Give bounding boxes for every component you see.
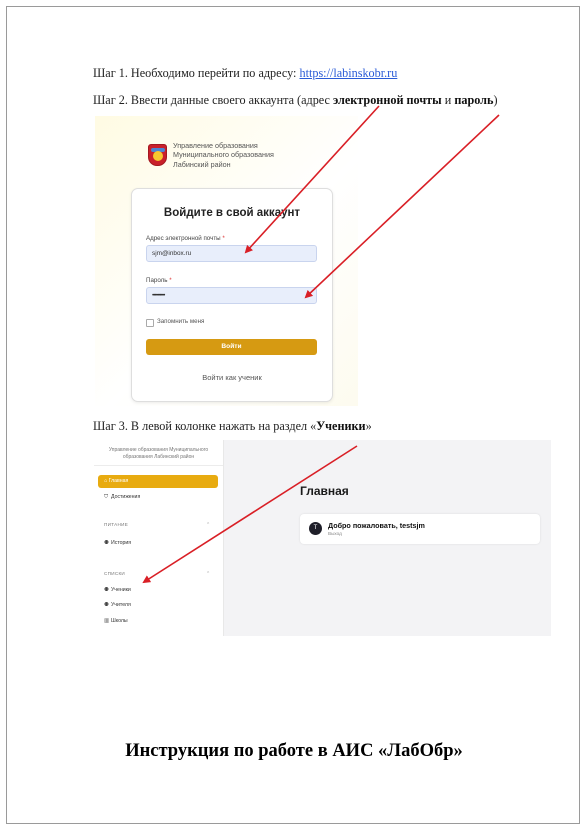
users-icon: ⚉: [104, 602, 109, 608]
login-screenshot: Управление образования Муниципального об…: [95, 116, 358, 406]
step-2-suffix: ): [493, 93, 498, 107]
sidebar-section-lists: СПИСКИ: [104, 571, 126, 576]
welcome-text: Добро пожаловать, testsjm: [328, 521, 425, 530]
document-title: Инструкция по работе в АИС «ЛабОбр»: [125, 741, 463, 761]
remember-checkbox[interactable]: [146, 319, 154, 327]
email-label: Адрес электронной почты *: [146, 235, 225, 242]
site-link[interactable]: https://labinskobr.ru: [299, 66, 397, 80]
password-label: Пароль *: [146, 277, 172, 284]
student-login-link[interactable]: Войти как ученик: [132, 373, 332, 382]
login-card: Войдите в свой аккаунт Адрес электронной…: [131, 188, 333, 402]
sidebar-item-home[interactable]: ⌂ Главная: [98, 475, 218, 488]
sidebar-item-students[interactable]: ⚉ Ученики: [104, 587, 131, 593]
org-line-2: Муниципального образования: [173, 150, 274, 160]
sidebar-section-food: ПИТАНИЕ: [104, 522, 129, 527]
remember-label: Запомнить меня: [157, 318, 205, 325]
sidebar-item-teachers[interactable]: ⚉ Учителя: [104, 602, 131, 608]
password-field[interactable]: ••••••••••: [146, 287, 317, 304]
sidebar: Управление образования Муниципального об…: [94, 440, 224, 636]
step-2-prefix: Шаг 2. Ввести данные своего аккаунта (ад…: [93, 93, 333, 107]
step-2-text: Шаг 2. Ввести данные своего аккаунта (ад…: [93, 93, 498, 108]
org-line-1: Управление образования: [173, 141, 258, 150]
step-3-text: Шаг 3. В левой колонке нажать на раздел …: [93, 419, 372, 434]
step-1-prefix: Шаг 1. Необходимо перейти по адресу:: [93, 66, 300, 80]
step-2-bold-email: электронной почты: [332, 93, 442, 107]
main-content: Главная T Добро пожаловать, testsjm Выхо…: [224, 440, 551, 636]
sidebar-item-achievements[interactable]: ⛉ Достижения: [104, 494, 140, 501]
building-icon: ▥: [104, 618, 110, 624]
login-title: Войдите в свой аккаунт: [163, 207, 301, 219]
sidebar-item-schools[interactable]: ▥ Школы: [104, 618, 128, 624]
coat-of-arms-icon: [148, 144, 167, 166]
org-line-3: Лабинский район: [173, 159, 231, 169]
login-button[interactable]: Войти: [146, 339, 317, 355]
trophy-icon: ⛉: [104, 494, 109, 500]
step-1-text: Шаг 1. Необходимо перейти по адресу: htt…: [93, 66, 397, 81]
step-3-prefix: Шаг 3. В левой колонке нажать на раздел …: [93, 419, 317, 433]
step-2-bold-password: пароль: [454, 93, 494, 107]
chevron-up-icon[interactable]: ⌃: [206, 571, 210, 577]
sidebar-org-name: Управление образования Муниципального об…: [108, 447, 209, 460]
step-2-mid: и: [441, 93, 455, 107]
org-name: Управление образования Муниципального об…: [173, 141, 274, 169]
step-3-bold: Ученики: [316, 419, 366, 433]
logout-link[interactable]: Выход: [328, 531, 342, 536]
dashboard-screenshot: Управление образования Муниципального об…: [94, 440, 551, 636]
avatar: T: [309, 522, 322, 535]
users-icon: ⚉: [104, 540, 109, 546]
sidebar-item-history[interactable]: ⚉ История: [104, 540, 131, 546]
welcome-card: T Добро пожаловать, testsjm Выход: [300, 514, 540, 544]
email-field[interactable]: sjm@inbox.ru: [146, 245, 317, 262]
page-title: Главная: [300, 484, 349, 498]
step-3-suffix: »: [365, 419, 372, 433]
users-icon: ⚉: [104, 587, 109, 593]
chevron-up-icon[interactable]: ⌃: [206, 522, 210, 528]
